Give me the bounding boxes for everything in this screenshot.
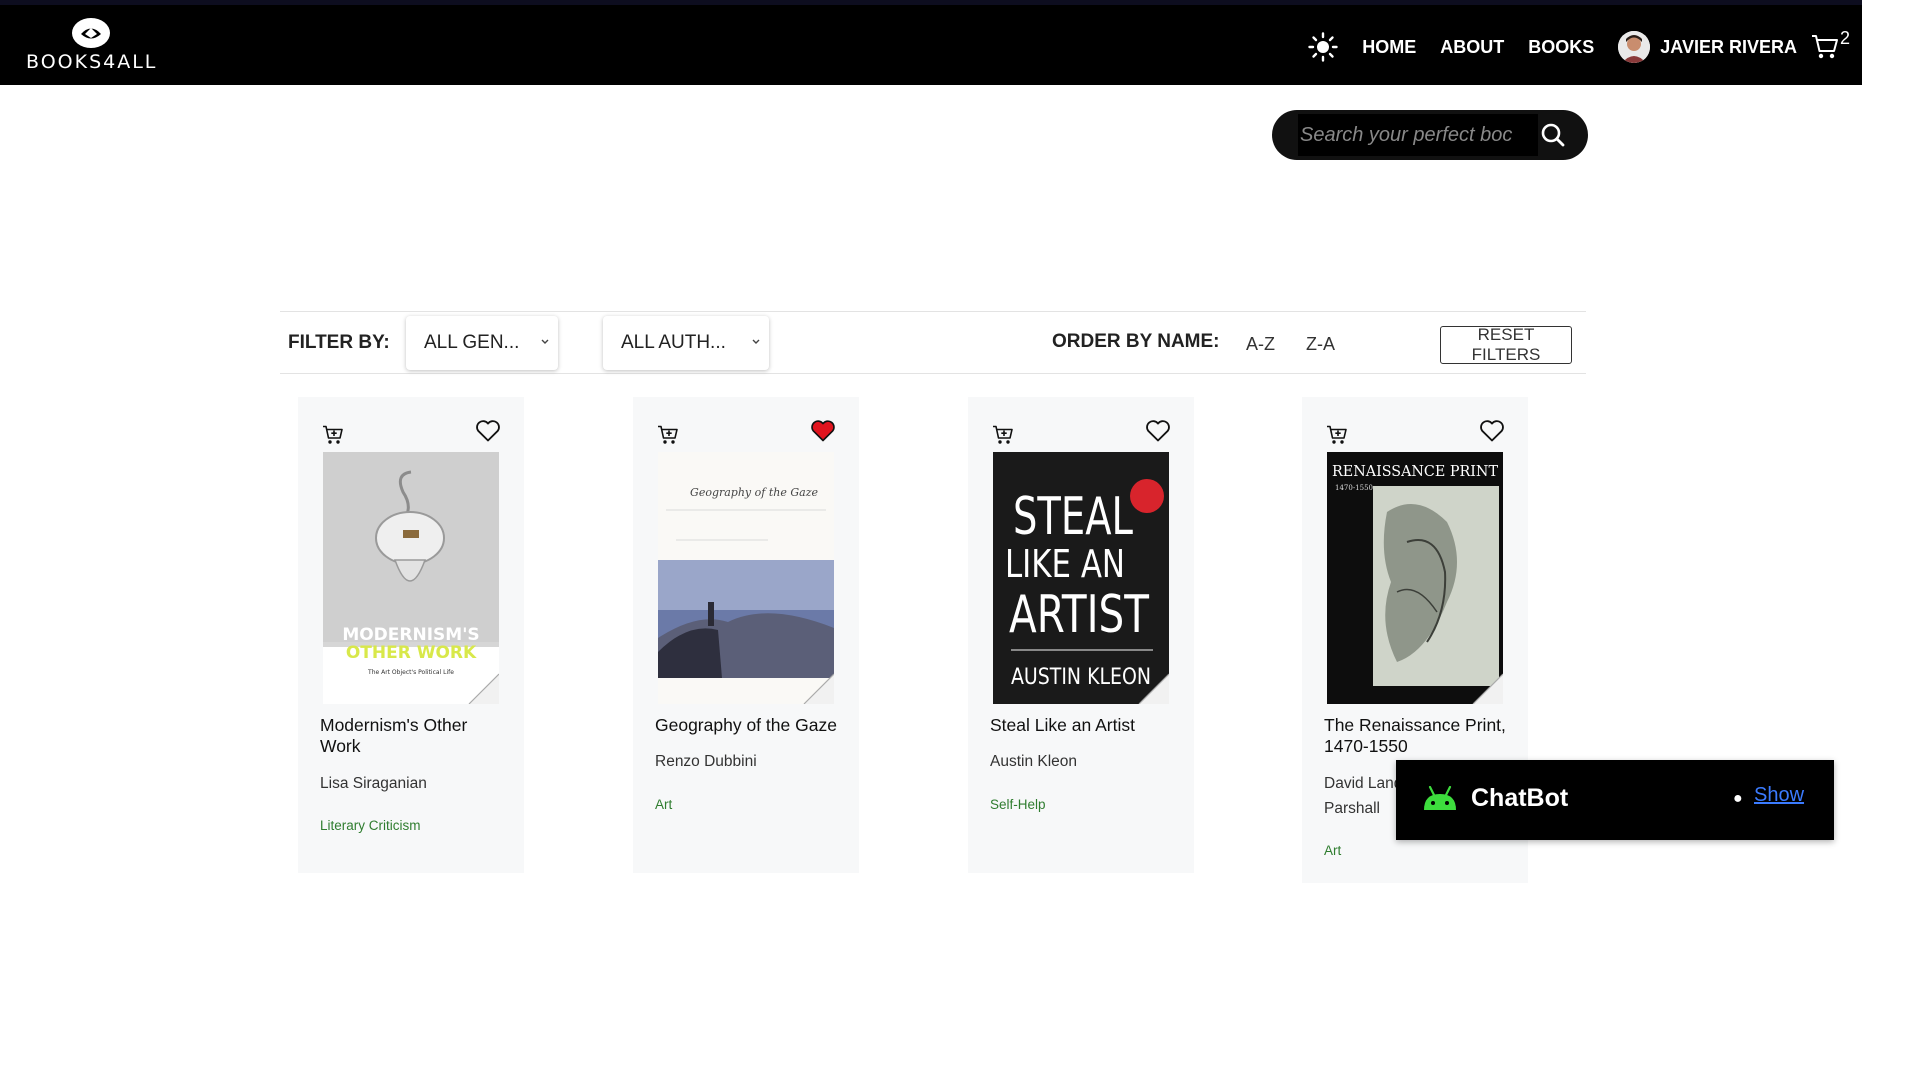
book-cover[interactable]: RENAISSANCE PRINT 1470-1550: [1327, 452, 1503, 704]
add-to-cart-icon: [993, 425, 1013, 444]
book-title[interactable]: Modernism's Other Work: [320, 715, 510, 757]
book-cover[interactable]: STEAL LIKE AN ARTIST AUSTIN KLEON: [993, 452, 1169, 704]
nav-link-about[interactable]: ABOUT: [1440, 37, 1504, 58]
book-card[interactable]: Geography of the Gaze Geography of the G…: [633, 397, 859, 873]
user-avatar-icon: [1618, 31, 1651, 63]
book-genre: Self-Help: [990, 797, 1046, 812]
book-genre: Art: [655, 797, 673, 812]
add-to-cart-button[interactable]: [657, 425, 679, 445]
chevron-down-icon: [752, 339, 760, 344]
chatbot-title: ChatBot: [1471, 784, 1569, 812]
heart-outline-icon: [1480, 420, 1504, 442]
book-card[interactable]: MODERNISM'S OTHER WORK The Art Object's …: [298, 397, 524, 873]
cover-title: Geography of the Gaze: [690, 486, 818, 499]
cover-title-line3: ARTIST: [1009, 585, 1149, 645]
cover-title: RENAISSANCE PRINT: [1332, 462, 1498, 480]
android-icon: [1424, 786, 1456, 810]
book-cover[interactable]: Geography of the Gaze: [658, 452, 834, 704]
cover-title-line1: STEAL: [1013, 487, 1133, 547]
bullet-icon: ●: [1733, 790, 1743, 807]
add-to-cart-button[interactable]: [322, 425, 344, 445]
nav-link-home[interactable]: HOME: [1362, 37, 1416, 58]
favorite-button[interactable]: [1479, 419, 1505, 443]
user-menu[interactable]: JAVIER RIVERA: [1618, 31, 1797, 63]
nav-link-books[interactable]: BOOKS: [1528, 37, 1594, 58]
add-to-cart-icon: [1327, 425, 1347, 444]
heart-outline-icon: [1146, 420, 1170, 442]
cart-icon: [1811, 35, 1838, 59]
book-title[interactable]: The Renaissance Print, 1470-1550: [1324, 715, 1514, 757]
add-to-cart-icon: [323, 425, 343, 444]
search-icon: [1541, 123, 1565, 147]
cover-title-line2: OTHER WORK: [346, 643, 477, 663]
book-author: Lisa Siraganian: [320, 775, 427, 792]
search-button[interactable]: [1540, 122, 1566, 148]
user-name: JAVIER RIVERA: [1660, 36, 1797, 57]
nav-right: HOME ABOUT BOOKS JAVIER RIVERA 2: [1308, 27, 1850, 67]
cover-title-line1: MODERNISM'S: [342, 625, 479, 645]
book-author: Renzo Dubbini: [655, 753, 757, 770]
filter-bar: FILTER BY: ALL GEN... ALL AUTH... ORDER …: [280, 311, 1586, 374]
book-cover[interactable]: MODERNISM'S OTHER WORK The Art Object's …: [323, 452, 499, 704]
author-select-value: ALL AUTH...: [621, 332, 726, 353]
author-select[interactable]: ALL AUTH...: [603, 316, 769, 370]
genre-select-value: ALL GEN...: [424, 332, 520, 353]
cover-author: AUSTIN KLEON: [1011, 665, 1151, 690]
brand-name: BOOKS4ALL: [26, 51, 158, 73]
order-za-button[interactable]: Z-A: [1306, 334, 1335, 355]
theme-toggle[interactable]: [1308, 32, 1338, 62]
brand[interactable]: BOOKS4ALL: [26, 17, 156, 73]
cover-years: 1470-1550: [1335, 484, 1373, 492]
navbar: BOOKS4ALL HOME ABOUT BOOKS JAVIER RIVERA…: [0, 0, 1862, 85]
chatbot-show-link[interactable]: Show: [1754, 784, 1804, 807]
book-title[interactable]: Steal Like an Artist: [990, 715, 1180, 736]
sun-icon: [1308, 32, 1338, 62]
search-bar: [1272, 110, 1588, 160]
book-genre: Literary Criticism: [320, 818, 421, 833]
book-title[interactable]: Geography of the Gaze: [655, 715, 845, 736]
cover-subtitle: The Art Object's Political Life: [367, 669, 454, 676]
cart-count: 2: [1839, 28, 1850, 48]
chatbot-widget: ChatBot ● Show: [1396, 760, 1834, 840]
favorite-button[interactable]: [810, 419, 836, 443]
favorite-button[interactable]: [475, 419, 501, 443]
cover-title-line2: LIKE AN: [1005, 542, 1125, 586]
filter-label: FILTER BY:: [288, 332, 390, 353]
cart-button[interactable]: 2: [1811, 28, 1850, 60]
chevron-down-icon: [541, 339, 549, 344]
reset-filters-button[interactable]: RESET FILTERS: [1440, 325, 1572, 364]
add-to-cart-button[interactable]: [992, 425, 1014, 445]
chatbot-icon-wrap: [1422, 786, 1458, 810]
genre-select[interactable]: ALL GEN...: [406, 316, 558, 370]
search-input[interactable]: [1298, 114, 1538, 156]
add-to-cart-button[interactable]: [1326, 425, 1348, 445]
order-label: ORDER BY NAME:: [1052, 331, 1220, 352]
book-author: Austin Kleon: [990, 753, 1078, 770]
favorite-button[interactable]: [1145, 419, 1171, 443]
avatar: [1618, 31, 1651, 63]
book-card[interactable]: STEAL LIKE AN ARTIST AUSTIN KLEON Steal …: [968, 397, 1194, 873]
heart-outline-icon: [476, 420, 500, 442]
book-eye-logo-icon: [72, 18, 110, 48]
book-genre: Art: [1324, 843, 1342, 858]
heart-filled-icon: [811, 420, 835, 442]
add-to-cart-icon: [658, 425, 678, 444]
order-az-button[interactable]: A-Z: [1246, 334, 1275, 355]
